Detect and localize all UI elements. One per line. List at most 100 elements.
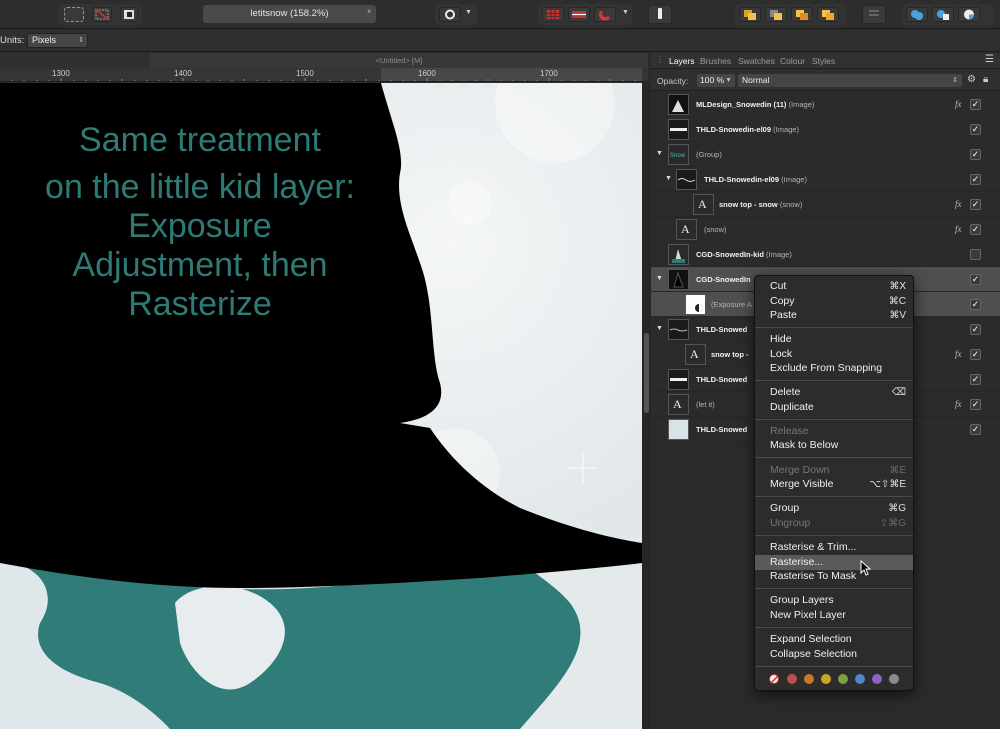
menu-item-cut[interactable]: Cut ⌘X — [755, 279, 913, 294]
exposure-adjustment-icon — [695, 304, 703, 312]
tab-layers[interactable]: Layers — [669, 56, 695, 66]
visibility-checkbox[interactable]: ✓ — [970, 99, 981, 110]
modified-marker: * — [367, 8, 371, 19]
tab-swatches[interactable]: Swatches — [738, 56, 775, 66]
menu-item-delete[interactable]: Delete ⌫ — [755, 385, 913, 400]
tag-color-swatch[interactable] — [889, 674, 899, 684]
units-select[interactable]: Pixels ⇕ — [27, 33, 88, 48]
visibility-checkbox[interactable]: ✓ — [970, 124, 981, 135]
menu-item-paste[interactable]: Paste ⌘V — [755, 308, 913, 323]
panel-tabs: ⋮ Layers Brushes Swatches Colour Styles … — [651, 53, 1000, 69]
align-icon[interactable] — [862, 5, 886, 24]
lock-icon[interactable]: 🔒︎ — [983, 74, 988, 85]
layer-row[interactable]: MLDesign_Snowedin (11) (Image) fx ✓ — [651, 92, 1000, 117]
move-forward-one-icon[interactable] — [791, 7, 813, 22]
layer-thumbnail — [685, 294, 706, 315]
move-back-one-icon[interactable] — [765, 7, 787, 22]
expand-caret-icon[interactable]: ▼ — [665, 175, 672, 182]
opacity-label: Opacity: — [657, 76, 689, 86]
tag-color-swatch[interactable] — [804, 674, 814, 684]
visibility-checkbox[interactable]: ✓ — [970, 174, 981, 185]
marquee-select-icon[interactable] — [64, 7, 84, 22]
menu-item-rasterise[interactable]: Rasterise... — [755, 555, 913, 570]
menu-item-new-pixel-layer[interactable]: New Pixel Layer — [755, 608, 913, 623]
expand-caret-icon[interactable]: ▼ — [656, 150, 663, 157]
layer-row[interactable]: A (snow) fx ✓ — [651, 217, 1000, 242]
menu-item-merge-down: Merge Down ⌘E — [770, 464, 906, 476]
menu-item-mask-to-below[interactable]: Mask to Below — [755, 438, 913, 453]
tag-color-swatch[interactable] — [838, 674, 848, 684]
visibility-checkbox[interactable]: ✓ — [970, 374, 981, 385]
menu-item-collapse-selection[interactable]: Collapse Selection — [755, 647, 913, 662]
tag-color-swatch[interactable] — [787, 674, 797, 684]
layer-name: (snow) — [704, 225, 727, 234]
visibility-checkbox[interactable]: ✓ — [970, 224, 981, 235]
chevron-down-icon[interactable]: ▼ — [622, 9, 629, 16]
layer-row[interactable]: ▼ Snow (Group) ✓ — [651, 142, 1000, 167]
layer-row[interactable]: ▼ THLD-Snowedin-el09 (Image) ✓ — [651, 167, 1000, 192]
tag-color-swatch[interactable] — [821, 674, 831, 684]
expand-caret-icon[interactable]: ▼ — [656, 275, 663, 282]
grid-snap-icon[interactable] — [542, 7, 564, 22]
subtract-shape-icon[interactable] — [932, 7, 954, 22]
deselect-icon[interactable] — [92, 7, 112, 22]
layer-row[interactable]: THLD-Snowedin-el09 (Image) ✓ — [651, 117, 1000, 142]
invert-selection-icon[interactable] — [120, 7, 138, 22]
menu-item-exclude-from-snapping[interactable]: Exclude From Snapping — [755, 361, 913, 376]
tag-color-swatch[interactable] — [872, 674, 882, 684]
panel-menu-icon[interactable]: ☰ — [985, 54, 994, 65]
fx-icon[interactable]: fx — [955, 224, 962, 234]
add-shape-icon[interactable] — [906, 7, 928, 22]
magnet-icon[interactable] — [594, 7, 616, 22]
menu-item-merge-visible[interactable]: Merge Visible ⌥⇧⌘E — [755, 477, 913, 492]
fx-icon[interactable]: fx — [955, 99, 962, 109]
visibility-checkbox[interactable]: ✓ — [970, 349, 981, 360]
canvas-vertical-scrollbar[interactable] — [642, 83, 651, 729]
menu-item-lock[interactable]: Lock — [755, 347, 913, 362]
fx-icon[interactable]: fx — [955, 199, 962, 209]
menu-item-group-layers[interactable]: Group Layers — [755, 593, 913, 608]
visibility-checkbox[interactable]: ✓ — [970, 199, 981, 210]
visibility-checkbox[interactable]: ✓ — [970, 324, 981, 335]
fx-icon[interactable]: fx — [955, 399, 962, 409]
layer-row[interactable]: CGD-SnowedIn-kid (Image) — [651, 242, 1000, 267]
chevron-down-icon[interactable]: ▼ — [465, 9, 472, 16]
scrollbar-thumb[interactable] — [644, 333, 649, 413]
menu-item-duplicate[interactable]: Duplicate — [755, 400, 913, 415]
document-canvas[interactable]: Same treatment on the little kid layer: … — [0, 83, 642, 729]
move-to-back-icon[interactable] — [739, 7, 761, 22]
tab-brushes[interactable]: Brushes — [700, 56, 731, 66]
expand-caret-icon[interactable]: ▼ — [656, 325, 663, 332]
intersect-shape-icon[interactable] — [958, 7, 980, 22]
menu-item-group[interactable]: Group ⌘G — [755, 501, 913, 516]
brush-icon[interactable] — [648, 5, 672, 24]
blend-mode-select[interactable]: Normal ⇕ — [738, 74, 962, 87]
snap-to-guides-icon[interactable] — [568, 7, 590, 22]
tab-colour[interactable]: Colour — [780, 56, 805, 66]
fx-icon[interactable]: fx — [955, 349, 962, 359]
menu-item-copy[interactable]: Copy ⌘C — [755, 294, 913, 309]
menu-item-rasterise-and-trim[interactable]: Rasterise & Trim... — [755, 540, 913, 555]
layer-name: CGD-SnowedIn-kid (Image) — [696, 250, 792, 259]
move-to-front-icon[interactable] — [817, 7, 839, 22]
visibility-checkbox[interactable]: ✓ — [970, 399, 981, 410]
visibility-checkbox[interactable]: ✓ — [970, 149, 981, 160]
tab-styles[interactable]: Styles — [812, 56, 835, 66]
mouse-cursor-icon — [860, 560, 872, 576]
document-title[interactable]: letitsnow (158.2%) * — [203, 5, 376, 23]
layer-thumb-art — [669, 328, 688, 332]
visibility-checkbox[interactable] — [970, 249, 981, 260]
gear-icon[interactable]: ⚙ — [967, 74, 976, 85]
document-tab[interactable]: <Untitled> [M] — [150, 53, 648, 68]
menu-item-rasterise-to-mask[interactable]: Rasterise To Mask — [755, 569, 913, 584]
visibility-checkbox[interactable]: ✓ — [970, 424, 981, 435]
menu-item-hide[interactable]: Hide — [755, 332, 913, 347]
tag-color-swatch[interactable] — [855, 674, 865, 684]
visibility-checkbox[interactable]: ✓ — [970, 274, 981, 285]
visibility-checkbox[interactable]: ✓ — [970, 299, 981, 310]
layer-row[interactable]: A snow top - snow (snow) fx ✓ — [651, 192, 1000, 217]
view-mode-icon[interactable] — [439, 7, 461, 22]
opacity-field[interactable]: 100 % ▼ — [697, 74, 735, 87]
tag-color-none-icon[interactable] — [769, 674, 779, 684]
menu-item-expand-selection[interactable]: Expand Selection — [755, 632, 913, 647]
